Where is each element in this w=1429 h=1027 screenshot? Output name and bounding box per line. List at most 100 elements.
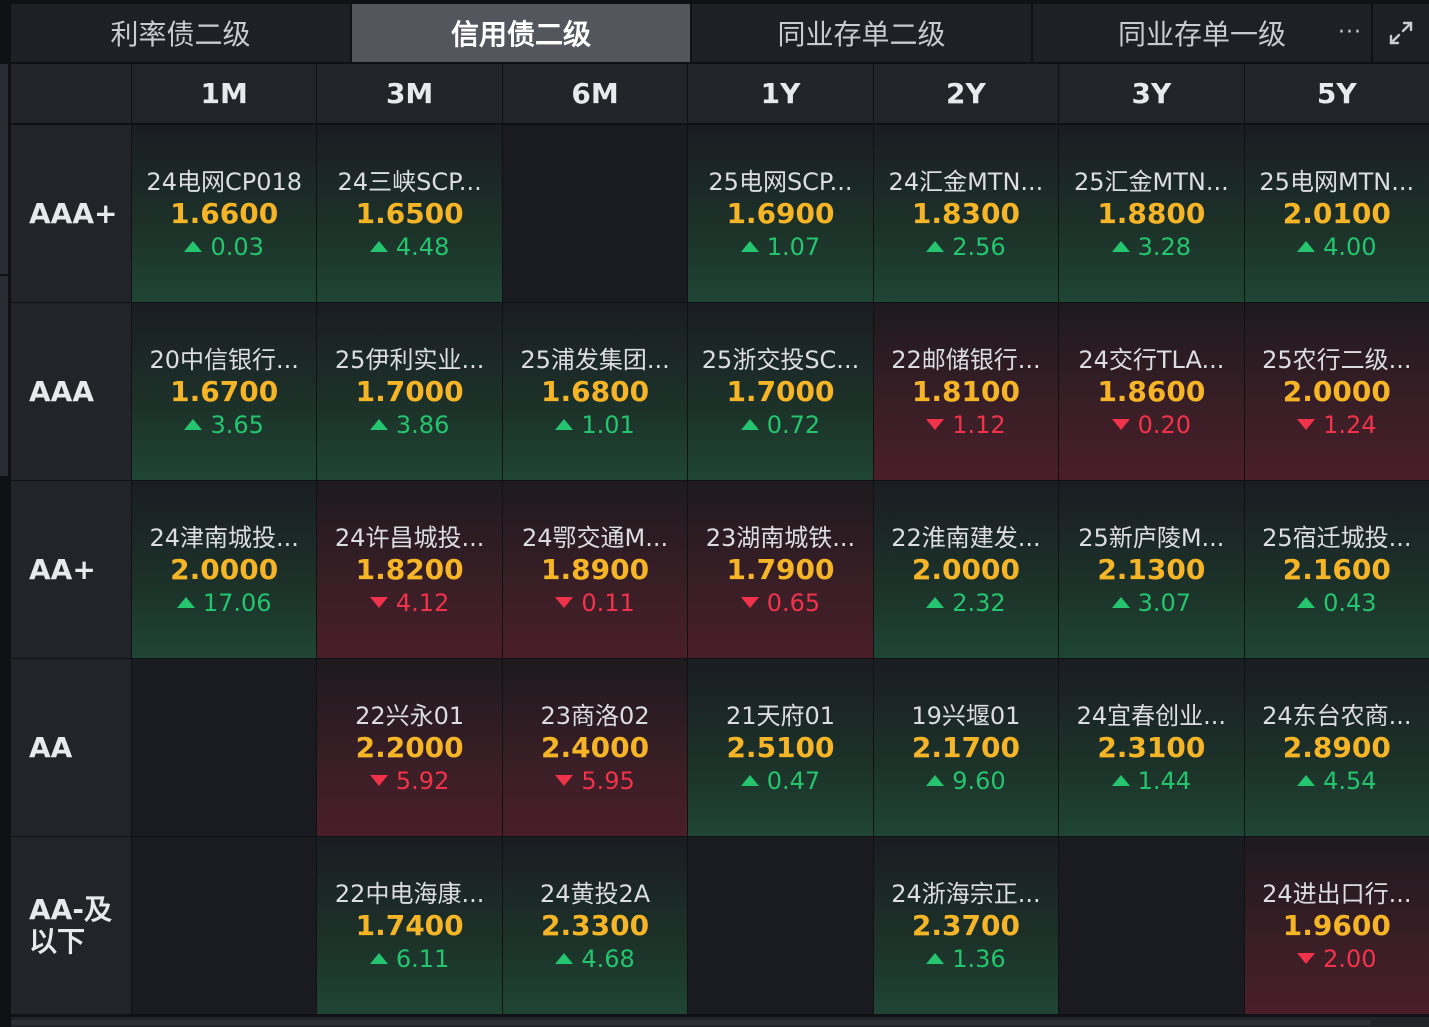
bond-yield: 1.7000 bbox=[355, 374, 464, 408]
bond-yield: 2.1600 bbox=[1282, 552, 1391, 586]
quote-cell[interactable]: 25电网MTN... 2.0100 4.00 bbox=[1244, 124, 1429, 302]
tab-ncd-secondary[interactable]: 同业存单二级 bbox=[692, 4, 1033, 62]
bond-name: 24东台农商... bbox=[1262, 701, 1412, 730]
change-value: 0.11 bbox=[581, 588, 635, 617]
bond-yield: 2.5100 bbox=[726, 730, 835, 764]
tab-credit-bond-secondary[interactable]: 信用债二级 bbox=[352, 4, 692, 62]
arrow-up-icon bbox=[926, 597, 945, 608]
bond-yield: 2.0100 bbox=[1282, 196, 1391, 230]
quote-cell[interactable]: 24交行TLA... 1.8600 0.20 bbox=[1059, 302, 1244, 480]
quote-cell[interactable]: 22邮储银行... 1.8100 1.12 bbox=[873, 302, 1059, 480]
quote-cell[interactable]: 19兴堰01 2.1700 9.60 bbox=[873, 658, 1059, 836]
yield-change: 1.36 bbox=[926, 943, 1006, 975]
yield-change: 3.65 bbox=[184, 409, 264, 441]
arrow-up-icon bbox=[176, 597, 195, 608]
arrow-up-icon bbox=[740, 419, 759, 430]
quote-cell[interactable]: 21天府01 2.5100 0.47 bbox=[688, 658, 873, 836]
row-label: AAA bbox=[11, 302, 131, 480]
quote-cell[interactable]: 24黄投2A 2.3300 4.68 bbox=[502, 836, 688, 1014]
quote-cell[interactable]: 23商洛02 2.4000 5.95 bbox=[502, 658, 688, 836]
quote-cell[interactable]: 23湖南城铁... 1.7900 0.65 bbox=[688, 480, 873, 658]
bond-yield: 1.6800 bbox=[541, 374, 650, 408]
change-value: 4.68 bbox=[581, 944, 635, 973]
yield-change: 0.43 bbox=[1297, 587, 1377, 619]
quote-matrix: 1M 3M 6M 1Y 2Y 3Y 5Y AAA+ 24电网CP018 1.6600… bbox=[11, 64, 1429, 1016]
quote-cell-empty bbox=[132, 836, 317, 1014]
yield-change: 4.68 bbox=[555, 943, 635, 975]
arrow-up-icon bbox=[184, 241, 203, 252]
bond-name: 24鄂交通M... bbox=[521, 523, 669, 552]
bond-name: 23商洛02 bbox=[540, 701, 650, 730]
change-value: 0.65 bbox=[766, 588, 821, 617]
yield-change: 1.01 bbox=[555, 409, 635, 441]
change-value: 1.44 bbox=[1137, 766, 1192, 795]
bond-name: 24进出口行... bbox=[1262, 879, 1412, 908]
quote-cell[interactable]: 22兴永01 2.2000 5.92 bbox=[317, 658, 502, 836]
tab-label: 同业存单二级 bbox=[777, 18, 946, 51]
bond-yield: 1.8800 bbox=[1097, 196, 1206, 230]
quote-cell[interactable]: 24鄂交通M... 1.8900 0.11 bbox=[502, 480, 688, 658]
column-header: 3Y bbox=[1059, 64, 1244, 124]
quote-cell[interactable]: 24许昌城投... 1.8200 4.12 bbox=[317, 480, 502, 658]
bond-name: 25浙交投SC... bbox=[701, 345, 860, 374]
quote-cell[interactable]: 24宜春创业... 2.3100 1.44 bbox=[1059, 658, 1244, 836]
arrow-up-icon bbox=[740, 241, 759, 252]
quote-cell[interactable]: 24汇金MTN... 1.8300 2.56 bbox=[873, 124, 1059, 302]
quote-cell[interactable]: 25浦发集团... 1.6800 1.01 bbox=[502, 302, 688, 480]
arrow-down-icon bbox=[369, 597, 388, 608]
yield-change: 0.03 bbox=[184, 231, 264, 263]
more-dots-icon[interactable]: ··· bbox=[1335, 20, 1365, 45]
quote-cell[interactable]: 24三峡SCP... 1.6500 4.48 bbox=[317, 124, 502, 302]
quote-cell[interactable]: 25伊利实业... 1.7000 3.86 bbox=[317, 302, 502, 480]
arrow-up-icon bbox=[926, 775, 945, 786]
change-value: 4.00 bbox=[1323, 232, 1377, 261]
yield-change: 4.48 bbox=[369, 231, 450, 263]
change-value: 5.95 bbox=[581, 766, 635, 795]
quote-cell[interactable]: 24浙海宗正... 2.3700 1.36 bbox=[873, 836, 1059, 1014]
arrow-down-icon bbox=[1297, 419, 1316, 430]
quote-cell[interactable]: 20中信银行... 1.6700 3.65 bbox=[132, 302, 317, 480]
yield-change: 1.24 bbox=[1297, 409, 1377, 441]
tab-rate-bond-secondary[interactable]: 利率债二级 bbox=[11, 4, 352, 62]
change-value: 3.07 bbox=[1137, 588, 1192, 617]
quote-cell[interactable]: 25浙交投SC... 1.7000 0.72 bbox=[688, 302, 873, 480]
yield-change: 1.12 bbox=[926, 409, 1006, 441]
quote-cell[interactable]: 25新庐陵M... 2.1300 3.07 bbox=[1059, 480, 1244, 658]
yield-change: 4.12 bbox=[369, 587, 449, 619]
arrow-down-icon bbox=[555, 775, 574, 786]
expand-button[interactable] bbox=[1373, 4, 1429, 62]
bond-name: 25汇金MTN... bbox=[1073, 167, 1229, 196]
arrow-up-icon bbox=[1297, 597, 1316, 608]
quote-cell[interactable]: 24东台农商... 2.8900 4.54 bbox=[1244, 658, 1429, 836]
quote-cell[interactable]: 22淮南建发... 2.0000 2.32 bbox=[873, 480, 1059, 658]
horizontal-scrollbar[interactable] bbox=[11, 1017, 1429, 1027]
quote-cell[interactable]: 22中电海康... 1.7400 6.11 bbox=[317, 836, 502, 1014]
bond-yield: 1.6600 bbox=[170, 196, 279, 230]
column-header: 6M bbox=[502, 64, 688, 124]
change-value: 4.48 bbox=[395, 232, 450, 261]
scrollbar-thumb[interactable] bbox=[11, 1020, 1371, 1025]
bond-yield: 2.3300 bbox=[541, 908, 650, 942]
quote-cell[interactable]: 25汇金MTN... 1.8800 3.28 bbox=[1059, 124, 1244, 302]
bond-name: 22邮储银行... bbox=[891, 345, 1041, 374]
quote-cell[interactable]: 24进出口行... 1.9600 2.00 bbox=[1244, 836, 1429, 1014]
bond-name: 22淮南建发... bbox=[891, 523, 1041, 552]
yield-change: 4.00 bbox=[1297, 231, 1377, 263]
quote-cell[interactable]: 25电网SCP... 1.6900 1.07 bbox=[688, 124, 873, 302]
yield-change: 17.06 bbox=[176, 587, 272, 619]
tab-ncd-primary[interactable]: 同业存单一级 ··· bbox=[1033, 4, 1373, 62]
yield-change: 4.54 bbox=[1297, 765, 1377, 797]
yield-change: 5.95 bbox=[555, 765, 635, 797]
bond-yield: 1.9600 bbox=[1282, 908, 1391, 942]
yield-change: 3.28 bbox=[1111, 231, 1191, 263]
yield-change: 1.07 bbox=[740, 231, 820, 263]
quote-cell[interactable]: 25宿迁城投... 2.1600 0.43 bbox=[1244, 480, 1429, 658]
change-value: 5.92 bbox=[395, 766, 450, 795]
bond-yield: 1.7400 bbox=[355, 908, 464, 942]
quote-cell[interactable]: 24电网CP018 1.6600 0.03 bbox=[132, 124, 317, 302]
bond-yield: 1.8600 bbox=[1097, 374, 1206, 408]
column-header: 5Y bbox=[1244, 64, 1429, 124]
quote-cell[interactable]: 24津南城投... 2.0000 17.06 bbox=[132, 480, 317, 658]
change-value: 2.32 bbox=[952, 588, 1006, 617]
quote-cell[interactable]: 25农行二级... 2.0000 1.24 bbox=[1244, 302, 1429, 480]
